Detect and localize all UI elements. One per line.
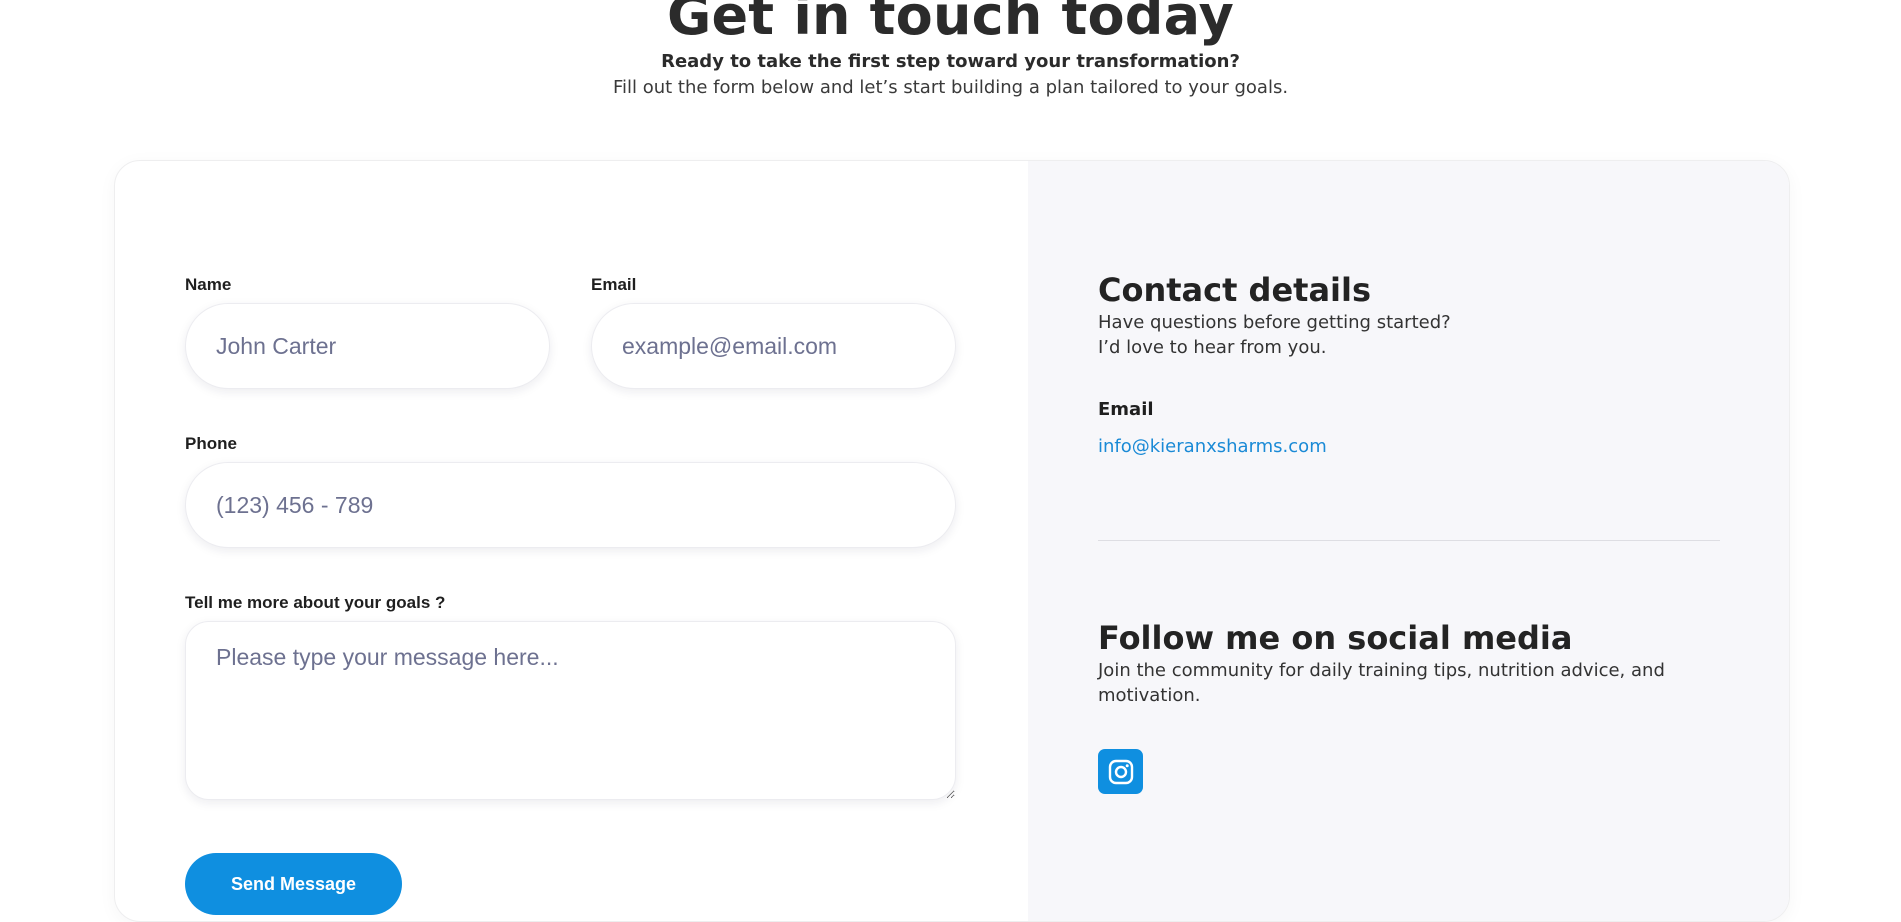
contact-email-link[interactable]: info@kieranxsharms.com bbox=[1098, 436, 1327, 457]
send-message-button[interactable]: Send Message bbox=[185, 853, 402, 915]
divider bbox=[1098, 540, 1720, 541]
contact-card: Name Email Phone Tell me more about your… bbox=[114, 160, 1790, 922]
message-label: Tell me more about your goals ? bbox=[185, 593, 446, 612]
email-input[interactable] bbox=[591, 303, 956, 389]
contact-details-title: Contact details bbox=[1098, 271, 1372, 309]
social-text: Join the community for daily training ti… bbox=[1098, 660, 1665, 706]
page-sublead: Fill out the form below and let’s start … bbox=[612, 77, 1289, 98]
message-textarea[interactable] bbox=[185, 621, 956, 800]
phone-label: Phone bbox=[185, 434, 237, 453]
email-label: Email bbox=[591, 275, 637, 294]
instagram-glyph-icon bbox=[1108, 759, 1133, 784]
social-title: Follow me on social media bbox=[1098, 619, 1573, 657]
contact-details-text-line1: Have questions before getting started? bbox=[1098, 312, 1451, 333]
contact-details-panel: Contact details Have questions before ge… bbox=[1028, 161, 1789, 921]
page-title: Get in touch today bbox=[666, 0, 1235, 47]
name-label: Name bbox=[185, 275, 232, 294]
name-input[interactable] bbox=[185, 303, 550, 389]
contact-email-label: Email bbox=[1098, 399, 1154, 420]
contact-details-text-line2: I’d love to hear from you. bbox=[1098, 337, 1327, 358]
phone-input[interactable] bbox=[185, 462, 956, 548]
page-lead: Ready to take the first step toward your… bbox=[661, 51, 1240, 72]
instagram-icon[interactable] bbox=[1098, 749, 1143, 794]
